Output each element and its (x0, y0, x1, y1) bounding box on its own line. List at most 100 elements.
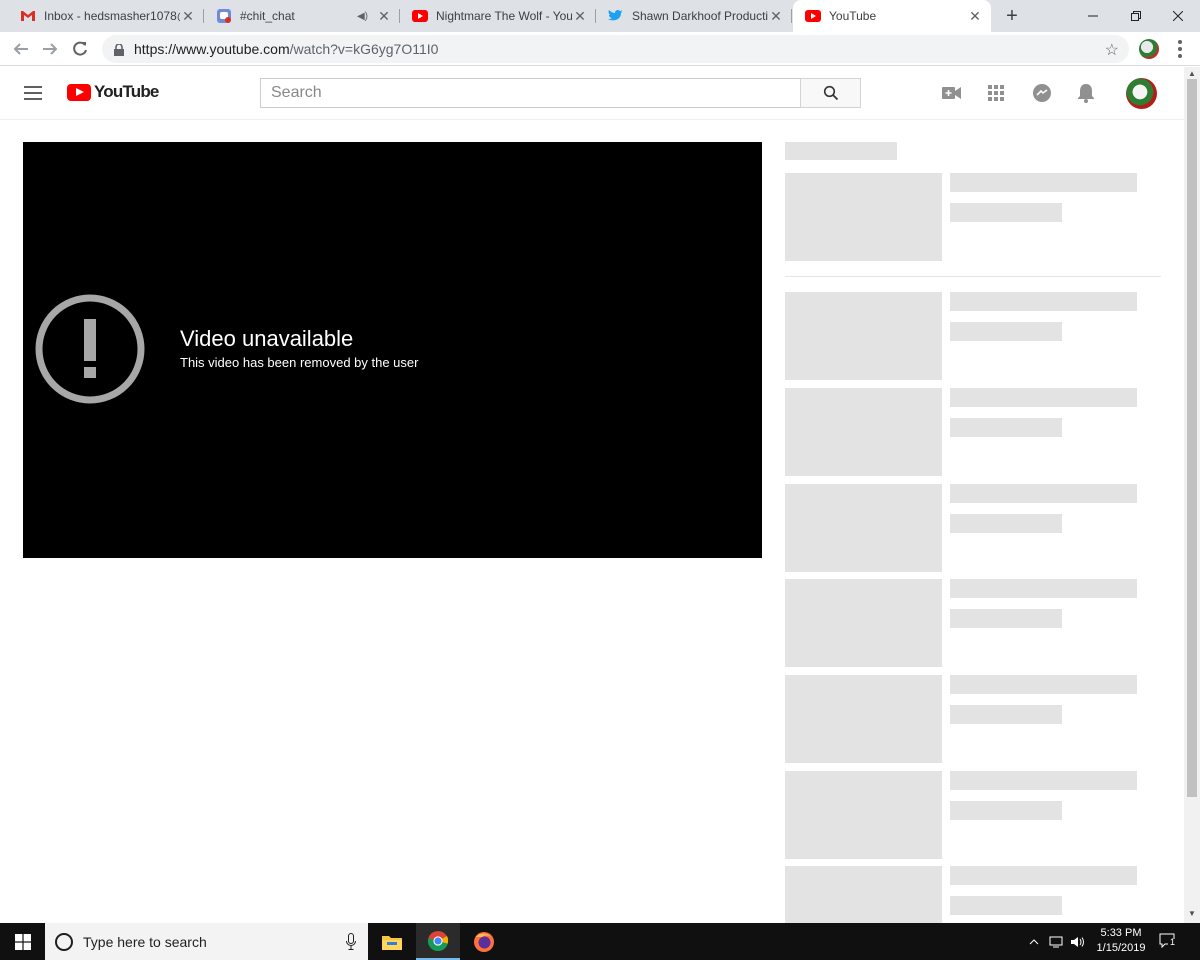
scroll-down-arrow-icon[interactable]: ▼ (1188, 909, 1196, 918)
speaker-icon[interactable]: ◀) (357, 11, 368, 22)
close-icon[interactable]: ✕ (768, 8, 784, 24)
skeleton-title-line (950, 173, 1137, 192)
chrome-icon (428, 930, 449, 951)
skeleton-meta-line (950, 609, 1062, 628)
skeleton-title-line (950, 579, 1137, 598)
search-input[interactable]: Search (260, 78, 801, 108)
minimize-button[interactable] (1070, 0, 1115, 32)
new-tab-button[interactable]: + (1000, 4, 1024, 28)
skeleton-title-line (950, 292, 1137, 311)
twitter-icon (608, 8, 624, 24)
youtube-logo[interactable]: YouTube (67, 82, 159, 102)
reload-button[interactable] (67, 36, 93, 62)
close-icon[interactable]: ✕ (376, 8, 392, 24)
skeleton-thumbnail (785, 675, 942, 763)
notification-icon (1159, 933, 1178, 950)
microphone-icon[interactable] (346, 933, 356, 950)
clock-date: 1/15/2019 (1096, 942, 1146, 954)
tab-discord[interactable]: #chit_chat ◀) ✕ (204, 0, 400, 32)
skeleton-meta-line (950, 705, 1062, 724)
error-subtitle: This video has been removed by the user (180, 355, 419, 370)
clock-time: 5:33 PM (1100, 927, 1142, 939)
network-icon[interactable] (1046, 923, 1068, 960)
forward-arrow-icon (43, 43, 58, 55)
tab-strip: Inbox - hedsmasher1078@gmail.com ✕ #chit… (0, 0, 1200, 32)
restore-button[interactable] (1113, 0, 1158, 32)
skeleton-title-line (950, 484, 1137, 503)
search-button[interactable] (800, 78, 861, 108)
logo-text: YouTube (94, 82, 159, 101)
skeleton-meta-line (950, 203, 1062, 222)
tab-twitter[interactable]: Shawn Darkhoof Productions ✕ (596, 0, 792, 32)
notification-count: 1 (1170, 937, 1176, 947)
skeleton-title-line (950, 866, 1137, 885)
browser-menu-icon[interactable] (1170, 40, 1190, 58)
close-icon (1172, 11, 1183, 21)
create-video-icon[interactable] (940, 81, 964, 105)
taskbar-search-input[interactable]: Type here to search (45, 923, 368, 960)
skeleton-thumbnail (785, 484, 942, 572)
forward-button[interactable] (37, 36, 63, 62)
url-host: https://www.youtube.com (134, 41, 290, 57)
windows-logo-icon (14, 933, 31, 950)
apps-grid-icon[interactable] (984, 81, 1008, 105)
cortana-icon (55, 932, 73, 951)
lock-icon (114, 43, 124, 56)
profile-avatar[interactable] (1139, 39, 1159, 59)
page-scrollbar[interactable]: ▲ ▼ (1184, 67, 1200, 923)
minimize-icon (1087, 15, 1098, 17)
start-button[interactable] (0, 923, 45, 960)
skeleton-thumbnail (785, 866, 942, 923)
alert-circle-icon (35, 294, 145, 404)
tab-title: #chit_chat (240, 9, 295, 23)
skeleton-thumbnail (785, 579, 942, 667)
hamburger-menu-icon[interactable] (24, 86, 42, 100)
folder-icon (382, 935, 402, 950)
skeleton-thumbnail (785, 771, 942, 859)
video-player[interactable]: Video unavailable This video has been re… (23, 142, 762, 558)
action-center-button[interactable]: 1 (1156, 923, 1182, 960)
youtube-play-icon (67, 83, 91, 101)
notifications-bell-icon[interactable] (1074, 81, 1098, 105)
skeleton-title-line (950, 771, 1137, 790)
close-icon[interactable]: ✕ (967, 8, 983, 24)
taskbar-search-placeholder: Type here to search (83, 933, 207, 950)
skeleton-meta-line (950, 896, 1062, 915)
scrollbar-thumb[interactable] (1187, 79, 1197, 797)
tab-title: Nightmare The Wolf - YouTube (436, 9, 572, 23)
discord-icon (216, 8, 232, 24)
skeleton-meta-line (950, 322, 1062, 341)
tab-title: YouTube (829, 9, 877, 23)
tab-title: Inbox - hedsmasher1078@gmail.com (44, 9, 180, 23)
close-window-button[interactable] (1155, 0, 1200, 32)
url-path: /watch?v=kG6yg7O11I0 (289, 41, 439, 57)
reload-icon (73, 41, 87, 56)
back-button[interactable] (8, 36, 34, 62)
close-icon[interactable]: ✕ (572, 8, 588, 24)
firefox-icon (474, 931, 494, 952)
account-avatar[interactable] (1126, 78, 1157, 109)
youtube-icon (805, 8, 821, 24)
tab-nightmare-wolf[interactable]: Nightmare The Wolf - YouTube ✕ (400, 0, 596, 32)
windows-taskbar: Type here to search 5:33 PM 1/15/2019 1 (0, 923, 1200, 960)
bookmark-star-icon[interactable]: ☆ (1105, 40, 1119, 60)
firefox-taskbar-button[interactable] (462, 923, 506, 960)
tab-gmail[interactable]: Inbox - hedsmasher1078@gmail.com ✕ (8, 0, 204, 32)
system-clock[interactable]: 5:33 PM 1/15/2019 (1090, 926, 1152, 956)
sidebar-divider (785, 276, 1161, 277)
address-bar[interactable]: https://www.youtube.com/watch?v=kG6yg7O1… (102, 35, 1129, 63)
show-hidden-icons-chevron[interactable] (1024, 923, 1044, 960)
file-explorer-taskbar-button[interactable] (370, 923, 414, 960)
browser-toolbar: https://www.youtube.com/watch?v=kG6yg7O1… (0, 32, 1200, 66)
messages-icon[interactable] (1030, 81, 1054, 105)
close-icon[interactable]: ✕ (180, 8, 196, 24)
chrome-taskbar-button[interactable] (416, 923, 460, 960)
volume-icon[interactable] (1068, 923, 1088, 960)
skeleton-title-line (950, 675, 1137, 694)
skeleton-thumbnail (785, 292, 942, 380)
skeleton-meta-line (950, 514, 1062, 533)
tab-title: Shawn Darkhoof Productions (632, 9, 768, 23)
tab-youtube-active[interactable]: YouTube ✕ (793, 0, 991, 32)
scroll-up-arrow-icon[interactable]: ▲ (1188, 69, 1196, 78)
skeleton-thumbnail (785, 173, 942, 261)
